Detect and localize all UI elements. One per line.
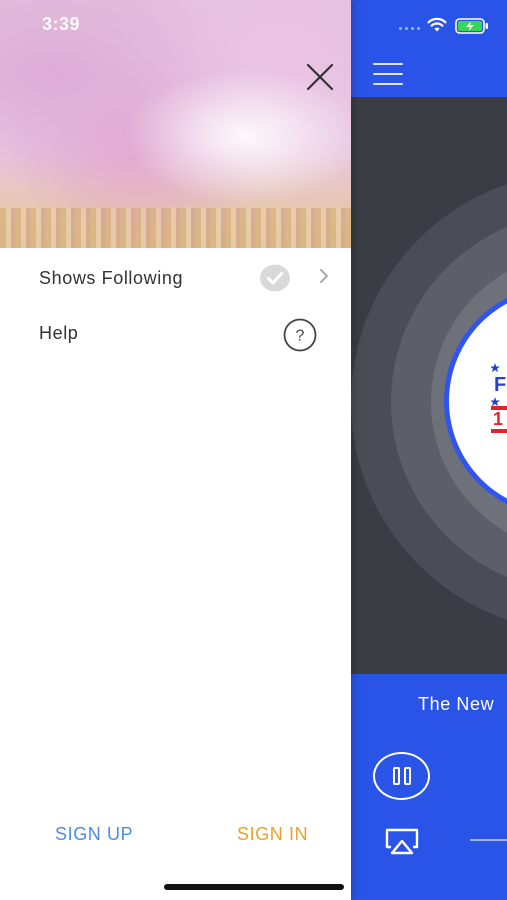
pause-button[interactable] [373,752,430,800]
svg-text:?: ? [296,328,305,345]
status-bar-right [351,0,507,50]
chevron-right-icon [320,269,328,283]
menu-item-shows-following[interactable]: Shows Following [0,254,351,304]
station-artwork: F 1 [351,97,507,674]
side-drawer: 3:39 Shows Following Help ? SIGN UP SIGN… [0,0,351,900]
menu-item-label: Shows Following [39,268,184,288]
svg-text:F: F [494,374,506,396]
status-time: 3:39 [42,14,81,34]
airplay-icon[interactable] [384,827,420,855]
menu-hamburger-icon[interactable] [373,63,403,85]
check-circle-icon [260,264,290,292]
drawer-footer: SIGN UP SIGN IN [0,816,351,856]
station-logo: F 1 [491,363,507,433]
sign-up-button[interactable]: SIGN UP [55,824,133,845]
close-icon[interactable] [302,60,338,94]
menu-item-label: Help [39,323,79,343]
drawer-header-image: 3:39 [0,0,351,248]
home-indicator[interactable] [164,884,344,890]
now-playing-bar: The New [351,674,507,900]
cellular-signal-icon [399,27,420,30]
now-playing-title: The New [418,694,495,714]
wifi-icon [427,17,447,32]
help-circle-icon[interactable]: ? [283,318,317,352]
progress-slider[interactable] [470,839,507,841]
battery-charging-icon [455,18,488,34]
player-screen: F 1 The New [351,0,507,900]
sign-in-button[interactable]: SIGN IN [237,824,308,845]
svg-text:1: 1 [493,409,503,429]
